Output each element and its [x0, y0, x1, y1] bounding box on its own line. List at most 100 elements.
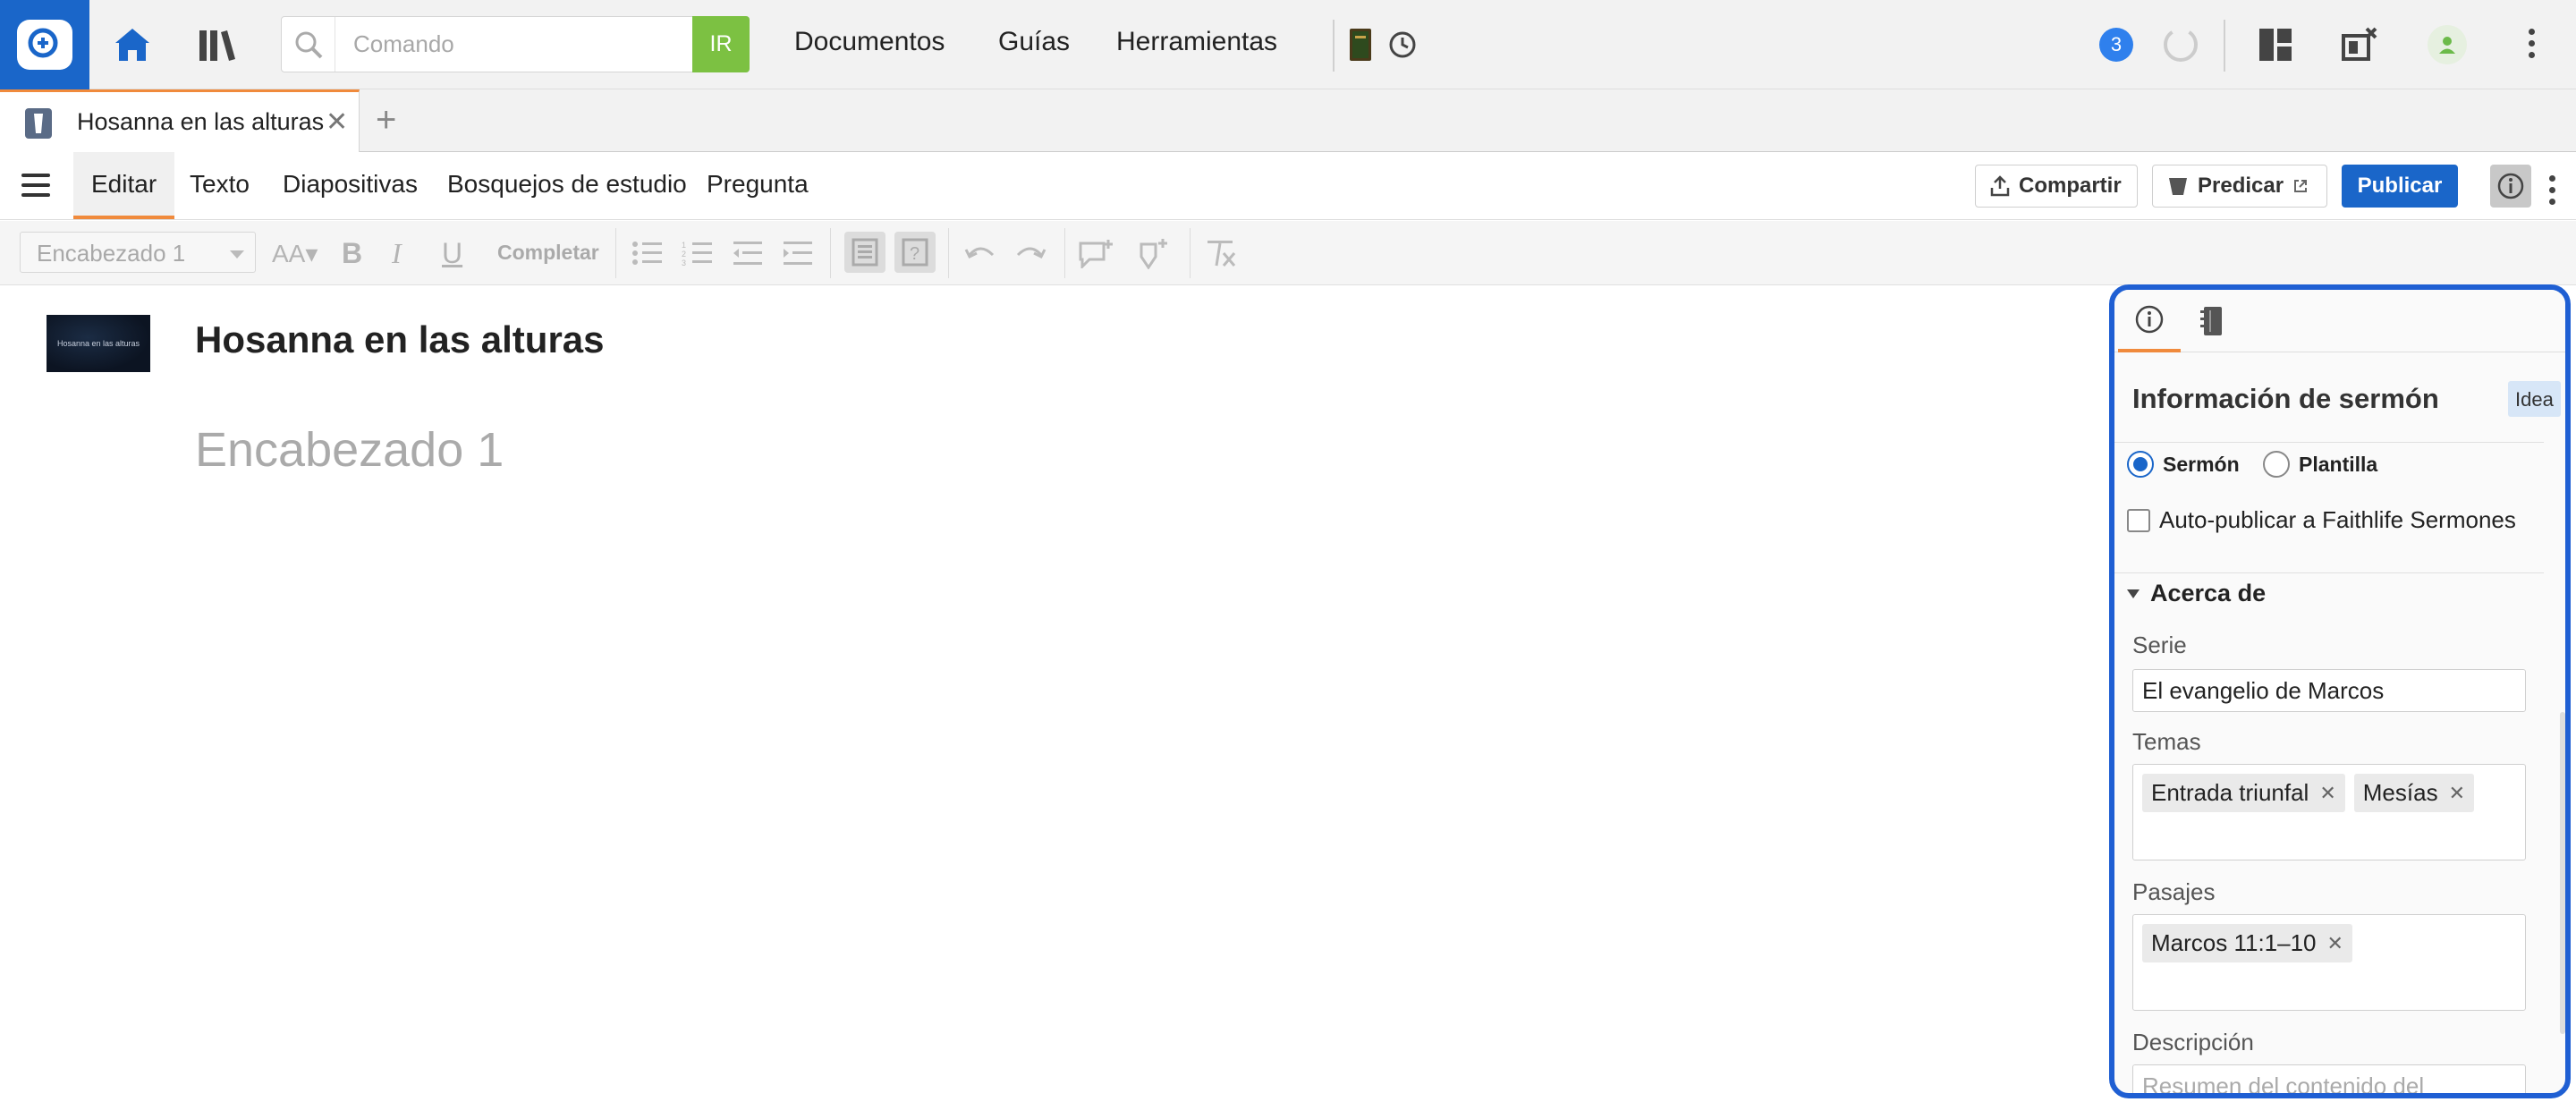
- serie-label: Serie: [2132, 632, 2187, 658]
- search-icon: [282, 17, 335, 72]
- sermon-info-panel: Información de sermón Idea Sermón Planti…: [2109, 284, 2571, 1098]
- tab-title: Hosanna en las alturas: [77, 108, 325, 135]
- block-format-toggle[interactable]: [844, 232, 886, 273]
- panel-divider: [2114, 572, 2544, 573]
- close-tab-icon[interactable]: ✕: [326, 106, 348, 138]
- format-toolbar: Encabezado 1 AA▾ B I U Completar 123 ?: [0, 221, 2576, 285]
- document-title[interactable]: Hosanna en las alturas: [195, 318, 605, 361]
- remove-tag-icon[interactable]: ✕: [2449, 782, 2465, 805]
- app-logo[interactable]: [0, 0, 89, 89]
- thumbnail-text: Hosanna en las alturas: [56, 339, 140, 348]
- tab-diapositivas[interactable]: Diapositivas: [283, 170, 418, 199]
- tab-editar[interactable]: Editar: [73, 152, 175, 219]
- bulleted-list-icon[interactable]: [631, 237, 664, 269]
- undo-icon[interactable]: [964, 237, 996, 269]
- preach-label: Predicar: [2198, 174, 2284, 198]
- add-comment-icon[interactable]: [1079, 237, 1114, 269]
- italic-icon[interactable]: I: [392, 237, 402, 269]
- tab-texto[interactable]: Texto: [190, 170, 250, 199]
- logos-search-icon: [17, 20, 72, 70]
- descripcion-label: Descripción: [2132, 1029, 2254, 1055]
- more-options-icon[interactable]: [2529, 29, 2536, 64]
- complete-button[interactable]: Completar: [497, 241, 599, 265]
- outdent-icon[interactable]: [732, 237, 764, 269]
- share-button[interactable]: Compartir: [1975, 165, 2138, 208]
- home-icon[interactable]: [107, 20, 157, 70]
- pulpit-icon: [2169, 178, 2187, 195]
- tab-bosquejos[interactable]: Bosquejos de estudio: [447, 170, 687, 199]
- temas-field[interactable]: Entrada triunfal ✕ Mesías ✕: [2132, 764, 2526, 860]
- remove-passage-icon[interactable]: ✕: [2327, 932, 2343, 955]
- menu-herramientas[interactable]: Herramientas: [1116, 27, 1277, 57]
- layouts-icon[interactable]: [2250, 20, 2301, 70]
- heading-placeholder[interactable]: Encabezado 1: [195, 422, 504, 478]
- section-title: Acerca de: [2150, 580, 2267, 606]
- tag-label: Mesías: [2362, 779, 2438, 806]
- toolbar-separator: [1190, 228, 1191, 278]
- radio-plantilla[interactable]: Plantilla: [2263, 451, 2377, 478]
- svg-text:?: ?: [910, 244, 919, 264]
- document-more-icon[interactable]: [2549, 175, 2556, 210]
- descripcion-field[interactable]: Resumen del contenido del: [2132, 1064, 2526, 1093]
- autopublish-checkbox[interactable]: [2127, 508, 2150, 532]
- temas-label: Temas: [2132, 728, 2201, 755]
- preach-button[interactable]: Predicar: [2152, 165, 2327, 208]
- command-input[interactable]: [352, 28, 691, 60]
- paragraph-style-select[interactable]: Encabezado 1: [20, 232, 256, 273]
- status-badge: Idea: [2508, 381, 2561, 417]
- user-avatar[interactable]: [2422, 20, 2472, 70]
- question-format-toggle[interactable]: ?: [894, 232, 936, 273]
- font-size-icon[interactable]: AA▾: [272, 237, 318, 269]
- add-tab-icon[interactable]: +: [376, 100, 396, 140]
- history-icon[interactable]: [1377, 20, 1428, 70]
- radio-sermon[interactable]: Sermón: [2127, 451, 2240, 478]
- temas-chips: Entrada triunfal ✕ Mesías ✕: [2142, 774, 2475, 812]
- share-label: Compartir: [2019, 174, 2122, 198]
- command-search: IR: [281, 16, 750, 72]
- pasajes-field[interactable]: Marcos 11:1–10 ✕: [2132, 914, 2526, 1011]
- menu-guias[interactable]: Guías: [998, 27, 1070, 57]
- style-value: Encabezado 1: [37, 240, 186, 267]
- clear-formatting-icon[interactable]: [1206, 237, 1236, 269]
- panel-tab-notes[interactable]: [2181, 290, 2243, 352]
- panel-tab-info[interactable]: [2118, 290, 2181, 352]
- serie-field[interactable]: El evangelio de Marcos: [2132, 669, 2526, 712]
- close-panels-icon[interactable]: [2334, 20, 2385, 70]
- panel-scrollbar[interactable]: [2560, 712, 2565, 1034]
- section-acerca-de[interactable]: Acerca de: [2127, 580, 2266, 607]
- sermon-thumbnail[interactable]: Hosanna en las alturas: [47, 315, 150, 372]
- info-icon: [2135, 305, 2164, 334]
- underline-icon[interactable]: U: [442, 237, 462, 269]
- notifications-badge[interactable]: 3: [2091, 20, 2141, 70]
- notification-count: 3: [2099, 28, 2133, 62]
- svg-text:2: 2: [682, 250, 686, 259]
- tag-label: Entrada triunfal: [2151, 779, 2309, 806]
- publish-button[interactable]: Publicar: [2342, 165, 2458, 208]
- svg-text:3: 3: [682, 259, 686, 267]
- bold-icon[interactable]: B: [342, 237, 362, 269]
- tab-pregunta[interactable]: Pregunta: [707, 170, 809, 199]
- menu-documentos[interactable]: Documentos: [794, 27, 945, 57]
- autopublish-row[interactable]: Auto-publicar a Faithlife Sermones: [2127, 506, 2516, 534]
- add-note-icon[interactable]: [1136, 237, 1170, 269]
- go-button[interactable]: IR: [692, 16, 750, 72]
- passage-label: Marcos 11:1–10: [2151, 929, 2317, 956]
- passage-chip: Marcos 11:1–10 ✕: [2142, 924, 2352, 962]
- info-panel-toggle[interactable]: [2490, 165, 2531, 208]
- radio-button-checked[interactable]: [2127, 451, 2154, 478]
- numbered-list-icon[interactable]: 123: [682, 237, 714, 269]
- info-icon: [2497, 173, 2524, 199]
- redo-icon[interactable]: [1014, 237, 1046, 269]
- serie-value: El evangelio de Marcos: [2142, 677, 2385, 704]
- tab-sermon-document[interactable]: Hosanna en las alturas ✕: [0, 89, 360, 152]
- remove-tag-icon[interactable]: ✕: [2319, 782, 2335, 805]
- radio-button[interactable]: [2263, 451, 2290, 478]
- indent-icon[interactable]: [782, 237, 814, 269]
- document-editor[interactable]: Hosanna en las alturas Hosanna en las al…: [0, 286, 2111, 1102]
- hamburger-menu-icon[interactable]: [21, 174, 50, 199]
- library-icon[interactable]: [193, 20, 243, 70]
- chevron-down-icon: [2127, 589, 2140, 598]
- radio-plantilla-label: Plantilla: [2299, 452, 2378, 476]
- tab-strip: Hosanna en las alturas ✕ +: [0, 89, 2576, 152]
- sync-icon[interactable]: [2156, 20, 2206, 70]
